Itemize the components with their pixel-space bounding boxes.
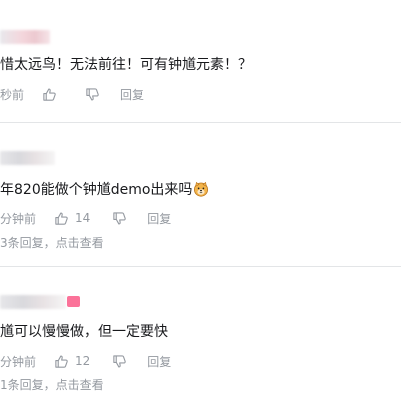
username-blurred[interactable] — [0, 151, 55, 165]
comment-meta: 秒前 回复 — [0, 85, 144, 103]
comment-content: 惜太远鸟！无法前往！可有钟馗元素！？ — [0, 57, 252, 73]
doge-emoji-icon — [194, 181, 209, 197]
reply-button[interactable]: 回复 — [147, 210, 171, 227]
comment-time: 秒前 — [0, 87, 25, 102]
comment-meta: 分钟前 14 回复 — [0, 209, 171, 227]
username-blurred[interactable] — [0, 295, 66, 309]
like-button[interactable] — [42, 87, 63, 102]
view-replies-link[interactable]: 3条回复，点击查看 — [0, 234, 104, 251]
dislike-button[interactable] — [112, 354, 127, 369]
comment-time: 分钟前 — [0, 211, 37, 226]
reply-button[interactable]: 回复 — [120, 86, 144, 103]
comment-content: 馗可以慢慢做，但一定要快 — [0, 324, 168, 340]
reply-button[interactable]: 回复 — [147, 353, 171, 370]
divider — [0, 266, 401, 267]
thumb-down-icon — [113, 211, 127, 224]
like-count: 14 — [75, 211, 91, 225]
thumb-up-icon — [55, 212, 68, 225]
like-count: 12 — [75, 354, 91, 368]
thumb-up-icon — [55, 355, 68, 368]
level-badge — [67, 296, 80, 307]
dislike-button[interactable] — [85, 87, 100, 102]
thumb-down-icon — [113, 354, 127, 367]
comment-content: 年820能做个钟馗demo出来吗 — [0, 180, 209, 200]
view-replies-link[interactable]: 1条回复，点击查看 — [0, 376, 104, 393]
comment-text: 年820能做个钟馗demo出来吗 — [0, 182, 193, 198]
dislike-button[interactable] — [112, 211, 127, 226]
thumb-up-icon — [43, 88, 56, 101]
comment-meta: 分钟前 12 回复 — [0, 352, 171, 370]
comment-time: 分钟前 — [0, 354, 37, 369]
like-button[interactable]: 12 — [54, 354, 90, 369]
username-blurred[interactable] — [0, 30, 50, 44]
like-button[interactable]: 14 — [54, 211, 90, 226]
thumb-down-icon — [86, 87, 99, 100]
divider — [0, 122, 401, 123]
